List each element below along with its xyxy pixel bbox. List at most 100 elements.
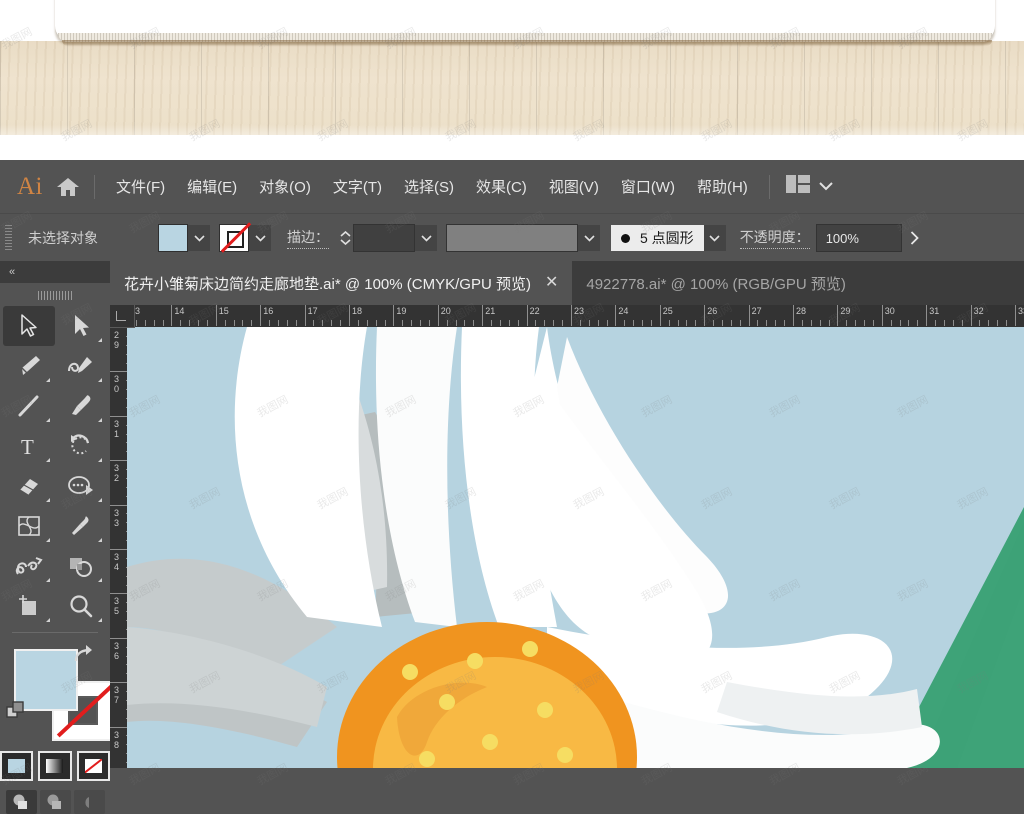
ruler-minor-tick (509, 320, 510, 326)
stroke-profile-dropdown[interactable] (578, 225, 600, 251)
toolbar-collapse-button[interactable]: « (0, 261, 110, 283)
tool-grid: T (3, 306, 107, 626)
ruler-minor-tick (802, 320, 803, 326)
ruler-minor-tick (358, 320, 359, 326)
ruler-origin-box[interactable] (110, 305, 135, 328)
gradient-mode-button[interactable] (38, 751, 71, 781)
menu-file[interactable]: 文件(F) (105, 170, 176, 203)
ruler-minor-tick (242, 320, 243, 326)
app-logo: Ai (12, 173, 48, 201)
ruler-tick-label: 30 (885, 306, 895, 316)
ruler-tick-label: 3 4 (114, 552, 124, 572)
scale-tool[interactable] (55, 466, 107, 506)
ruler-minor-tick (900, 320, 901, 326)
horizontal-ruler[interactable]: 1314151617181920212223242526272829303132… (110, 305, 1024, 328)
ruler-minor-tick (988, 320, 989, 326)
menu-bar: Ai 文件(F) 编辑(E) 对象(O) 文字(T) 选择(S) 效果(C) 视… (0, 160, 1024, 213)
opacity-input[interactable]: 100% (816, 224, 902, 252)
none-mode-button[interactable] (77, 751, 110, 781)
menu-window[interactable]: 窗口(W) (610, 170, 686, 203)
ruler-minor-tick (669, 320, 670, 326)
type-tool[interactable]: T (3, 426, 55, 466)
eraser-tool[interactable] (3, 466, 55, 506)
workspace-divider (769, 175, 770, 199)
menu-help[interactable]: 帮助(H) (686, 170, 759, 203)
ruler-tick-label: 3 7 (114, 685, 124, 705)
tool-flyout-indicator (98, 498, 102, 502)
tool-flyout-indicator (98, 618, 102, 622)
eyedropper-tool[interactable] (55, 506, 107, 546)
stroke-weight-stepper[interactable] (337, 225, 353, 251)
ruler-minor-tick (251, 320, 252, 326)
ruler-major-tick (171, 305, 172, 326)
artboard-canvas[interactable] (127, 327, 1024, 768)
ruler-minor-tick (722, 320, 723, 326)
line-segment-tool[interactable] (3, 386, 55, 426)
menu-select[interactable]: 选择(S) (393, 170, 465, 203)
menu-view[interactable]: 视图(V) (538, 170, 610, 203)
ruler-minor-tick (607, 320, 608, 326)
document-tab-inactive[interactable]: 4922778.ai* @ 100% (RGB/GPU 预览) (572, 261, 860, 305)
paintbrush-tool[interactable] (55, 386, 107, 426)
menu-edit[interactable]: 编辑(E) (176, 170, 248, 203)
swap-fill-stroke-icon[interactable] (72, 644, 94, 669)
ruler-tick-label: 28 (796, 306, 806, 316)
close-icon[interactable]: ✕ (545, 275, 558, 291)
ruler-tick-label: 17 (308, 306, 318, 316)
menu-effect[interactable]: 效果(C) (465, 170, 538, 203)
artboard-tool[interactable] (3, 586, 55, 626)
shape-builder-tool[interactable] (55, 546, 107, 586)
ruler-minor-tick (296, 320, 297, 326)
stroke-color-swatch[interactable] (219, 224, 249, 252)
ruler-tick-label: 25 (663, 306, 673, 316)
ruler-minor-tick (829, 320, 830, 326)
draw-inside-button[interactable] (74, 790, 105, 814)
curvature-tool[interactable] (55, 346, 107, 386)
ruler-minor-tick (820, 320, 821, 326)
ruler-major-tick (260, 305, 261, 326)
stroke-profile-field[interactable] (446, 224, 578, 252)
draw-behind-button[interactable] (40, 790, 71, 814)
gradient-icon (46, 759, 63, 773)
rotate-tool[interactable] (55, 426, 107, 466)
ruler-minor-tick (234, 320, 235, 326)
default-fill-stroke-icon[interactable] (6, 701, 26, 726)
selection-tool[interactable] (3, 306, 55, 346)
ruler-minor-tick (651, 320, 652, 326)
gradient-mesh-tool[interactable] (3, 506, 55, 546)
stroke-weight-input[interactable] (353, 224, 415, 252)
zoom-tool[interactable] (55, 586, 107, 626)
menu-object[interactable]: 对象(O) (248, 170, 322, 203)
ruler-minor-tick (385, 320, 386, 326)
ruler-minor-tick (145, 320, 146, 326)
control-bar-grip[interactable] (5, 225, 12, 251)
draw-normal-button[interactable] (6, 790, 37, 814)
home-icon[interactable] (48, 176, 88, 198)
blend-tool[interactable] (3, 546, 55, 586)
ruler-major-tick (882, 305, 883, 326)
pen-tool[interactable] (3, 346, 55, 386)
ruler-minor-tick (846, 320, 847, 326)
chevron-right-icon[interactable] (904, 225, 926, 251)
stroke-weight-dropdown[interactable] (415, 225, 437, 251)
document-tab-active[interactable]: 花卉小雏菊床边简约走廊地垫.ai* @ 100% (CMYK/GPU 预览) ✕ (110, 261, 572, 305)
direct-selection-tool[interactable] (55, 306, 107, 346)
workspace-switcher[interactable] (780, 171, 839, 202)
ruler-minor-tick (944, 320, 945, 326)
ruler-minor-tick (340, 320, 341, 326)
chevron-down-icon (819, 178, 833, 196)
brush-definition-dropdown[interactable] (704, 225, 726, 251)
ruler-tick-label: 23 (574, 306, 584, 316)
fill-dropdown[interactable] (188, 225, 210, 251)
color-mode-button[interactable] (0, 751, 33, 781)
ruler-tick-label: 24 (618, 306, 628, 316)
brush-definition-field[interactable]: 5 点圆形 (611, 225, 704, 251)
ruler-tick-label: 29 (840, 306, 850, 316)
stroke-dropdown[interactable] (249, 225, 271, 251)
ruler-minor-tick (331, 320, 332, 326)
menu-type[interactable]: 文字(T) (322, 170, 393, 203)
toolbar-grip[interactable] (38, 291, 72, 300)
ruler-minor-tick (935, 320, 936, 326)
fill-color-swatch[interactable] (158, 224, 188, 252)
tool-flyout-indicator (98, 578, 102, 582)
